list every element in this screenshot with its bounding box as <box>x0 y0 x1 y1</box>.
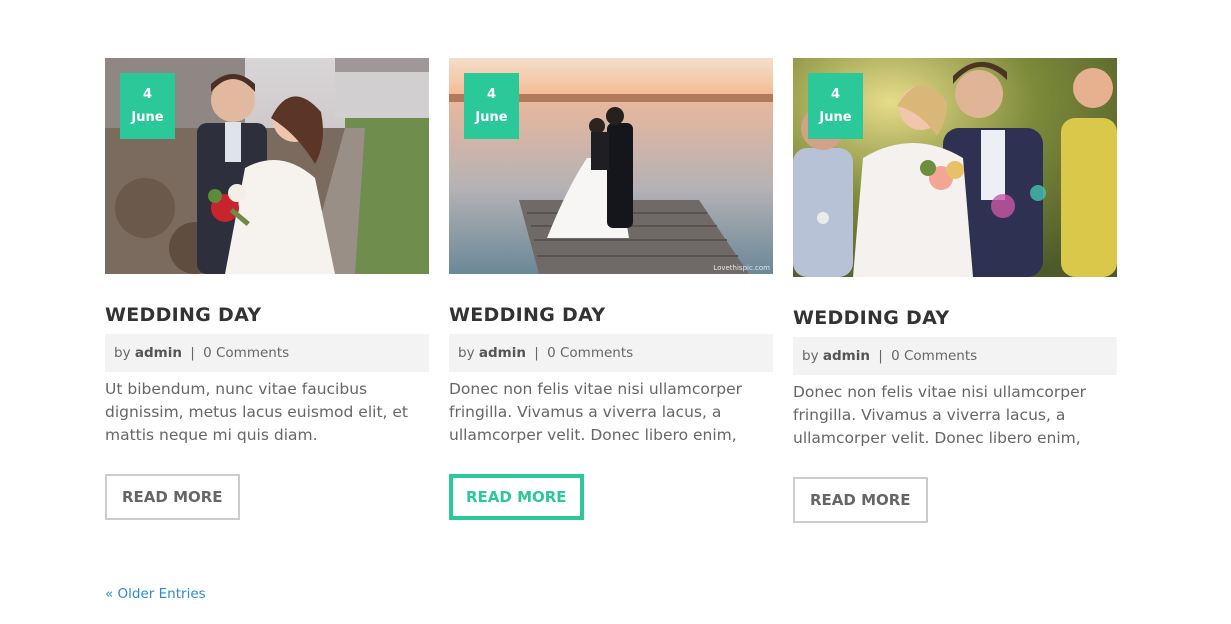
post-thumbnail-couple-pier[interactable]: 4 June Lovethispic.com <box>449 58 773 274</box>
older-entries-link[interactable]: « Older Entries <box>105 586 206 602</box>
post-thumbnail-couple-kiss[interactable]: 4 June <box>793 58 1117 277</box>
post-meta: by admin | 0 Comments <box>449 334 773 372</box>
post-date-badge: 4 June <box>808 73 863 139</box>
post-excerpt-line: ullamcorper velit. Donec libero enim, <box>449 426 737 444</box>
post-meta: by admin | 0 Comments <box>793 337 1117 375</box>
post-excerpt-line: ullamcorper velit. Donec libero enim, <box>793 429 1081 447</box>
post-meta-by: by <box>458 345 475 361</box>
blog-post: 4 June Lovethispic.com WEDDING DAY by ad… <box>449 58 773 520</box>
post-excerpt: Donec non felis vitae nisi ullamcorper f… <box>793 381 1117 450</box>
post-excerpt-line: Donec non felis vitae nisi ullamcorper <box>793 383 1087 401</box>
post-excerpt-line: Donec non felis vitae nisi ullamcorper <box>449 380 743 398</box>
post-thumbnail-couple-garden[interactable]: 4 June <box>105 58 429 274</box>
post-date-day: 4 <box>830 87 841 102</box>
read-more-button[interactable]: READ MORE <box>449 474 584 520</box>
post-author-link[interactable]: admin <box>135 345 182 361</box>
post-title[interactable]: WEDDING DAY <box>793 307 1117 329</box>
post-excerpt: Donec non felis vitae nisi ullamcorper f… <box>449 378 773 447</box>
post-date-badge: 4 June <box>464 73 519 139</box>
post-author-link[interactable]: admin <box>479 345 526 361</box>
post-author-link[interactable]: admin <box>823 348 870 364</box>
photo-watermark: Lovethispic.com <box>713 264 770 272</box>
post-meta-separator: | <box>878 348 883 364</box>
read-more-button[interactable]: READ MORE <box>793 477 928 523</box>
post-comments-link[interactable]: 0 Comments <box>547 345 633 361</box>
post-comments-link[interactable]: 0 Comments <box>891 348 977 364</box>
post-excerpt-line: Ut bibendum, nunc vitae faucibus <box>105 380 368 398</box>
post-meta-separator: | <box>190 345 195 361</box>
post-date-month: June <box>819 110 852 125</box>
blog-post: 4 June WEDDING DAY by admin | 0 Comments… <box>793 58 1117 523</box>
post-meta-separator: | <box>534 345 539 361</box>
post-excerpt-line: fringilla. Vivamus a viverra lacus, a <box>793 406 1066 424</box>
post-comments-link[interactable]: 0 Comments <box>203 345 289 361</box>
post-date-month: June <box>475 110 508 125</box>
post-excerpt: Ut bibendum, nunc vitae faucibus digniss… <box>105 378 429 447</box>
post-excerpt-line: fringilla. Vivamus a viverra lacus, a <box>449 403 722 421</box>
post-meta-by: by <box>114 345 131 361</box>
post-meta-by: by <box>802 348 819 364</box>
post-title[interactable]: WEDDING DAY <box>105 304 429 326</box>
post-date-day: 4 <box>142 87 153 102</box>
read-more-button[interactable]: READ MORE <box>105 474 240 520</box>
post-date-day: 4 <box>486 87 497 102</box>
blog-post: 4 June WEDDING DAY by admin | 0 Comments… <box>105 58 429 520</box>
post-meta: by admin | 0 Comments <box>105 334 429 372</box>
post-title[interactable]: WEDDING DAY <box>449 304 773 326</box>
post-excerpt-line: mattis neque mi quis diam. <box>105 426 318 444</box>
post-date-badge: 4 June <box>120 73 175 139</box>
post-date-month: June <box>131 110 164 125</box>
post-excerpt-line: dignissim, metus lacus euismod elit, et <box>105 403 408 421</box>
blog-page: 4 June WEDDING DAY by admin | 0 Comments… <box>0 0 1231 624</box>
